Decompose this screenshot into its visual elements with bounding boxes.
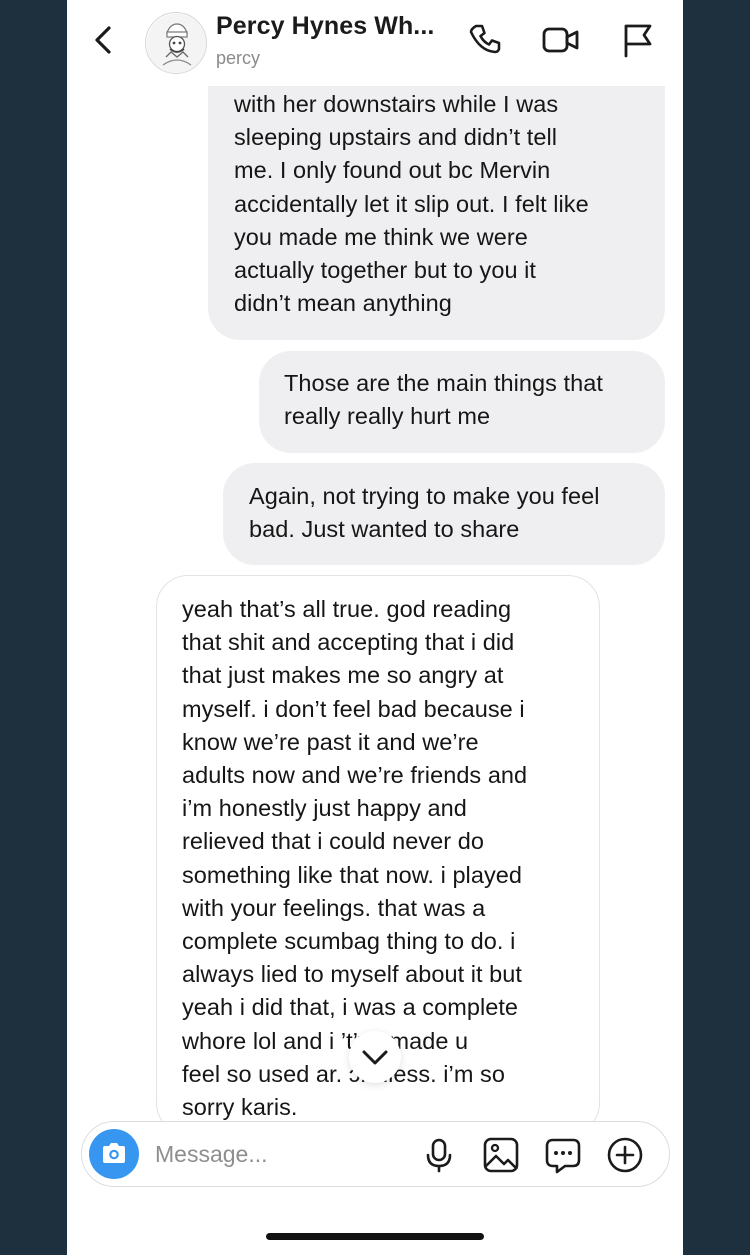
message-composer [81,1121,670,1187]
message-sent: Again, not trying to make you feel bad. … [223,463,665,565]
audio-call-button[interactable] [465,20,505,60]
avatar-illustration [147,14,206,73]
sticker-icon [545,1138,581,1174]
report-button[interactable] [618,20,658,60]
voice-message-button[interactable] [420,1136,458,1174]
avatar[interactable] [145,12,207,74]
video-call-button[interactable] [541,20,581,60]
sticker-button[interactable] [544,1136,582,1174]
home-indicator[interactable] [266,1233,484,1240]
microphone-icon [426,1138,452,1173]
message-sent: Those are the main things that really re… [259,351,665,453]
camera-button[interactable] [89,1129,139,1179]
back-button[interactable] [89,20,119,60]
camera-icon [103,1143,125,1163]
message-thread: with her downstairs while I was sleeping… [67,0,683,1255]
chat-header: Percy Hynes Wh... percy [67,0,683,86]
back-icon [95,26,111,54]
chevron-down-icon [362,1050,388,1065]
contact-username: percy [216,48,261,68]
phone-screen: with her downstairs while I was sleeping… [67,0,683,1255]
plus-icon [607,1137,643,1173]
gallery-icon [483,1137,519,1173]
phone-icon [469,24,501,54]
scroll-to-bottom-button[interactable] [349,1031,401,1083]
more-options-button[interactable] [606,1136,644,1174]
flag-icon [624,24,652,58]
video-icon [542,27,579,53]
contact-name[interactable]: Percy Hynes Wh... [216,12,434,41]
message-input[interactable] [155,1139,405,1169]
gallery-button[interactable] [482,1136,520,1174]
